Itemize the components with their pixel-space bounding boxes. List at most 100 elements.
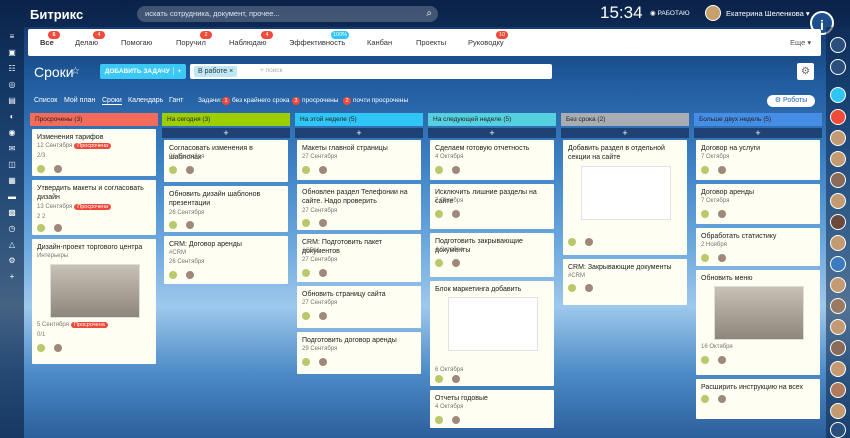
settings-gear-icon[interactable]: ⚙ [797, 63, 814, 80]
task-title[interactable]: Обработать статистику [701, 232, 815, 241]
deadline-overdue[interactable]: 3 просрочены [292, 97, 338, 105]
task-card[interactable]: Договор на услуги 7 Октября [696, 140, 820, 180]
task-title[interactable]: Утвердить макеты и согласовать дизайн [37, 184, 151, 202]
task-card[interactable]: Расширить инструкцию на всех [696, 379, 820, 419]
task-title[interactable]: Добавить раздел в отдельной секции на са… [568, 144, 682, 162]
contact-avatar[interactable] [830, 319, 846, 335]
responsible-avatar[interactable] [718, 356, 726, 364]
open-lines-icon[interactable] [830, 87, 846, 103]
responsible-avatar[interactable] [319, 166, 327, 174]
add-task-button[interactable]: ДОБАВИТЬ ЗАДАЧУ │ + [100, 64, 186, 79]
task-card[interactable]: Обработать статистику 2 Ноября [696, 228, 820, 266]
view-list[interactable]: Список [34, 97, 57, 104]
sites-icon[interactable]: ▦ [7, 176, 17, 185]
contact-avatar[interactable] [830, 277, 846, 293]
task-title[interactable]: Макеты главной страницы [302, 144, 416, 153]
notifications-icon[interactable] [830, 37, 846, 53]
contact-avatar[interactable] [830, 151, 846, 167]
task-title[interactable]: Расширить инструкцию на всех [701, 383, 815, 392]
add-card-button[interactable]: + [162, 128, 290, 138]
assignee-avatar[interactable] [302, 269, 310, 277]
contact-avatar[interactable] [830, 172, 846, 188]
assignee-avatar[interactable] [435, 210, 443, 218]
assignee-avatar[interactable] [435, 416, 443, 424]
menu-item-kanban[interactable]: Канбан [367, 38, 392, 47]
responsible-avatar[interactable] [452, 375, 460, 383]
view-calendar[interactable]: Календарь [128, 97, 163, 104]
search-field[interactable]: искать сотрудника, документ, прочее... ⌕ [137, 6, 438, 22]
analytics-icon[interactable]: △ [7, 240, 17, 249]
add-icon[interactable]: + [7, 272, 17, 281]
responsible-avatar[interactable] [54, 344, 62, 352]
assignee-avatar[interactable] [701, 395, 709, 403]
task-title[interactable]: Обновить страницу сайта [302, 290, 416, 299]
responsible-avatar[interactable] [186, 271, 194, 279]
task-attachment-image[interactable] [581, 166, 671, 220]
menu-more-button[interactable]: Еще ▾ [790, 38, 811, 47]
app-logo[interactable]: Битрикс [30, 7, 83, 22]
menu-item-watching[interactable]: Наблюдаю 4 [229, 31, 273, 47]
add-card-button[interactable]: + [295, 128, 423, 138]
task-title[interactable]: Обновить дизайн шаблонов презентации [169, 190, 283, 208]
deadline-no-deadline[interactable]: 1 без крайнего срока [222, 97, 290, 105]
contact-avatar[interactable] [830, 403, 846, 419]
task-card[interactable]: Блок маркетинга добавить 6 Октября [430, 281, 554, 386]
task-card[interactable]: Отчеты годовые 4 Октября [430, 390, 554, 428]
task-attachment-image[interactable] [50, 264, 140, 318]
menu-item-all[interactable]: Все 6 [40, 31, 60, 47]
column-header[interactable]: На этой неделе (5) [295, 113, 423, 126]
responsible-avatar[interactable] [319, 219, 327, 227]
menu-item-efficiency[interactable]: Эффективность 100% [289, 31, 350, 47]
messenger-icon[interactable] [830, 59, 846, 75]
contact-avatar[interactable] [830, 256, 846, 272]
task-title[interactable]: Сделаем готовую отчетность [435, 144, 549, 153]
assignee-avatar[interactable] [302, 358, 310, 366]
task-card[interactable]: Сделаем готовую отчетность 4 Октября [430, 140, 554, 180]
task-card[interactable]: CRM: Подготовить пакет документов #CRM 27 … [297, 234, 421, 282]
column-header[interactable]: Без срока (2) [561, 113, 689, 126]
view-gantt[interactable]: Гант [169, 97, 183, 104]
task-card[interactable]: CRM: Закрывающие документы #CRM [563, 259, 687, 305]
contact-avatar[interactable] [830, 361, 846, 377]
crm-icon[interactable]: ◫ [7, 160, 17, 169]
assignee-avatar[interactable] [37, 224, 45, 232]
contact-avatar[interactable] [830, 214, 846, 230]
tasks-icon[interactable]: ☷ [7, 64, 17, 73]
responsible-avatar[interactable] [319, 269, 327, 277]
work-status-button[interactable]: ◉ РАБОТАЮ [650, 9, 690, 17]
menu-item-doing[interactable]: Делаю 4 [75, 31, 105, 47]
assignee-avatar[interactable] [37, 344, 45, 352]
responsible-avatar[interactable] [452, 166, 460, 174]
task-title[interactable]: CRM: Подготовить пакет документов [302, 238, 416, 256]
assignee-avatar[interactable] [302, 219, 310, 227]
task-title[interactable]: Блок маркетинга добавить [435, 285, 549, 294]
menu-item-assigned[interactable]: Поручил 2 [176, 31, 212, 47]
menu-item-helping[interactable]: Помогаю [121, 38, 152, 47]
responsible-avatar[interactable] [452, 416, 460, 424]
contact-avatar[interactable] [830, 340, 846, 356]
menu-icon[interactable]: ≡ [7, 32, 17, 41]
responsible-avatar[interactable] [585, 284, 593, 292]
task-card[interactable]: Исключить лишние разделы на сайте 7 Октяб… [430, 184, 554, 229]
robots-button[interactable]: ⚙ Роботы [767, 95, 815, 107]
contact-avatar[interactable] [830, 382, 846, 398]
task-card[interactable]: Договор аренды 7 Октября [696, 184, 820, 224]
assignee-avatar[interactable] [302, 166, 310, 174]
add-card-button[interactable]: + [561, 128, 689, 138]
search-icon[interactable]: ⌕ [426, 8, 432, 19]
task-title[interactable]: Договор на услуги [701, 144, 815, 153]
responsible-avatar[interactable] [186, 166, 194, 174]
responsible-avatar[interactable] [585, 238, 593, 246]
view-deadlines[interactable]: Сроки [102, 97, 122, 105]
assignee-avatar[interactable] [568, 284, 576, 292]
column-header[interactable]: На сегодня (3) [162, 113, 290, 126]
task-title[interactable]: Договор аренды [701, 188, 815, 197]
assignee-avatar[interactable] [435, 259, 443, 267]
responsible-avatar[interactable] [718, 210, 726, 218]
task-attachment-image[interactable] [714, 286, 804, 340]
add-card-button[interactable]: + [428, 128, 556, 138]
apps-icon[interactable]: ▩ [7, 208, 17, 217]
deadline-almost-overdue[interactable]: 2 почти просрочены [343, 97, 408, 105]
assignee-avatar[interactable] [435, 375, 443, 383]
contact-avatar[interactable] [830, 130, 846, 146]
